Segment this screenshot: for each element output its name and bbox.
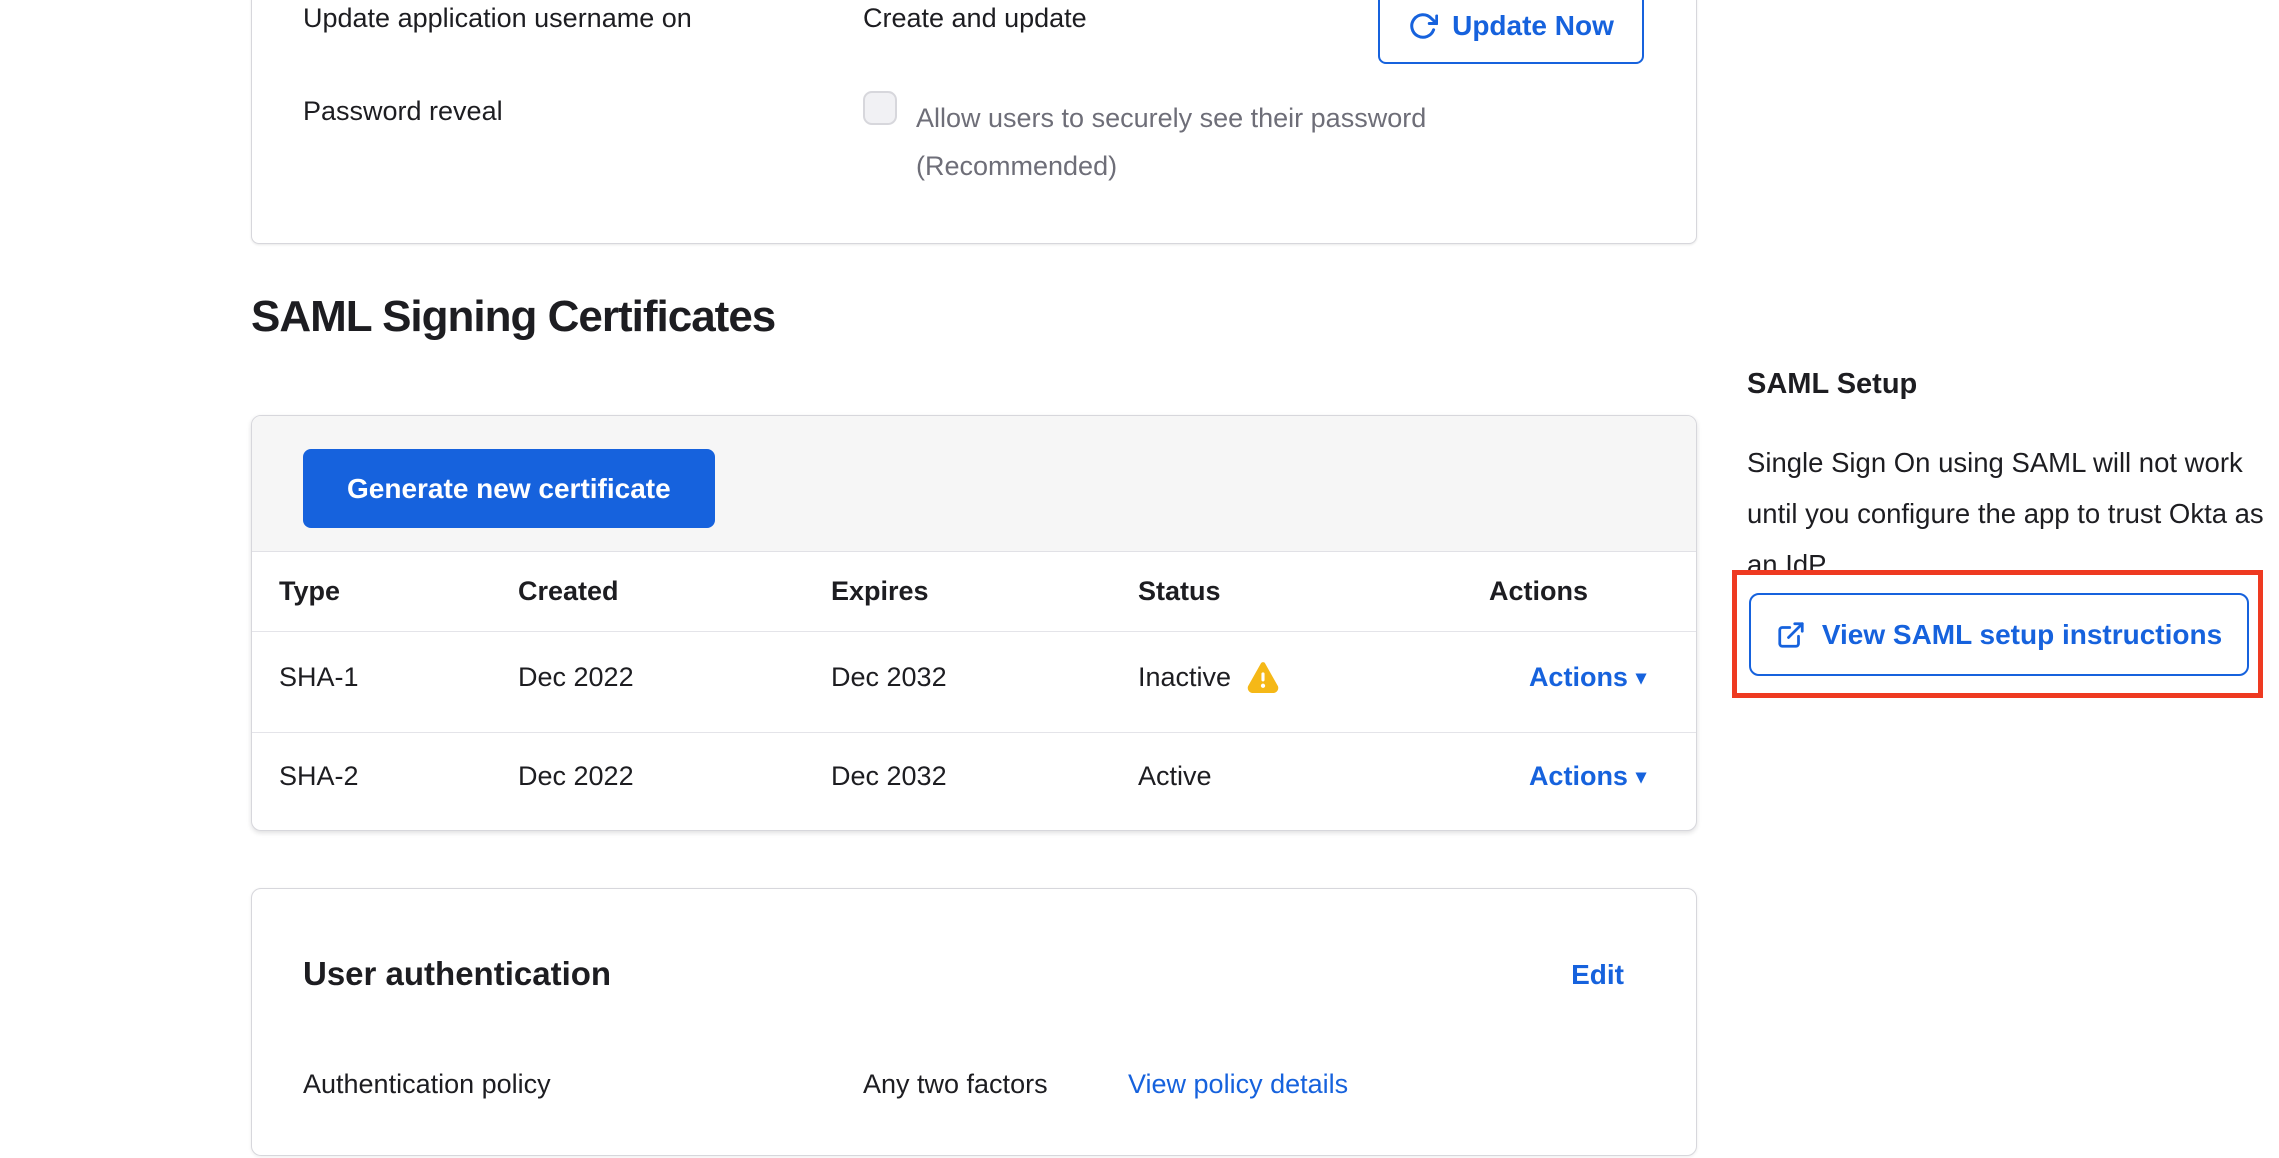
certificates-table: Type Created Expires Status Actions SHA-… [252,552,1696,830]
username-update-value: Create and update [863,1,1087,35]
user-authentication-card: User authentication Edit Authentication … [251,888,1697,1156]
cell-created: Dec 2022 [518,733,831,831]
warning-icon [1245,660,1281,694]
status-text: Active [1138,761,1212,792]
edit-authentication-link[interactable]: Edit [1571,959,1624,991]
table-row-sha2: SHA-2 Dec 2022 Dec 2032 Active Actions ▾ [252,733,1696,831]
actions-dropdown[interactable]: Actions ▾ [1529,761,1646,791]
saml-setup-heading: SAML Setup [1747,368,2279,401]
table-header-row: Type Created Expires Status Actions [252,552,1696,632]
status-text: Inactive [1138,662,1231,693]
saml-setup-sidebar: SAML Setup Single Sign On using SAML wil… [1747,368,2279,590]
cell-expires: Dec 2032 [831,733,1138,831]
app-settings-card: Update application username on Create an… [251,0,1697,244]
refresh-icon [1408,11,1438,41]
authentication-policy-label: Authentication policy [303,1069,551,1100]
cell-status: Active [1138,733,1489,831]
cell-status: Inactive [1138,632,1489,733]
view-saml-setup-instructions-button[interactable]: View SAML setup instructions [1749,593,2249,676]
password-reveal-checkbox[interactable] [863,91,897,125]
certificates-card-header: Generate new certificate [252,416,1696,552]
col-header-actions: Actions [1489,552,1696,632]
chevron-down-icon: ▾ [1636,667,1646,689]
view-saml-setup-instructions-label: View SAML setup instructions [1822,619,2222,651]
cell-actions: Actions ▾ [1489,632,1696,733]
cell-actions: Actions ▾ [1489,733,1696,831]
update-now-button[interactable]: Update Now [1378,0,1644,64]
saml-setup-description: Single Sign On using SAML will not work … [1747,437,2267,590]
col-header-expires: Expires [831,552,1138,632]
col-header-type: Type [252,552,518,632]
page-title: SAML Signing Certificates [251,292,775,342]
okta-app-settings-page: Update application username on Create an… [0,0,2279,1158]
view-policy-details-link[interactable]: View policy details [1128,1069,1348,1100]
actions-dropdown-label: Actions [1529,761,1628,791]
chevron-down-icon: ▾ [1636,766,1646,788]
actions-dropdown-label: Actions [1529,662,1628,692]
cell-type: SHA-1 [252,632,518,733]
cell-type: SHA-2 [252,733,518,831]
col-header-status: Status [1138,552,1489,632]
generate-certificate-button[interactable]: Generate new certificate [303,449,715,528]
col-header-created: Created [518,552,831,632]
external-link-icon [1776,620,1806,650]
update-now-label: Update Now [1452,10,1614,42]
saml-certificates-card: Generate new certificate Type Created Ex… [251,415,1697,831]
authentication-policy-value: Any two factors [863,1069,1048,1100]
cell-expires: Dec 2032 [831,632,1138,733]
user-authentication-title: User authentication [303,955,611,993]
table-row-sha1: SHA-1 Dec 2022 Dec 2032 Inactive [252,632,1696,733]
actions-dropdown[interactable]: Actions ▾ [1529,662,1646,692]
password-reveal-label: Password reveal [303,94,503,128]
username-update-label: Update application username on [303,1,692,35]
password-reveal-checkbox-label: Allow users to securely see their passwo… [916,94,1516,190]
annotation-highlight-box: View SAML setup instructions [1732,570,2263,698]
cell-created: Dec 2022 [518,632,831,733]
